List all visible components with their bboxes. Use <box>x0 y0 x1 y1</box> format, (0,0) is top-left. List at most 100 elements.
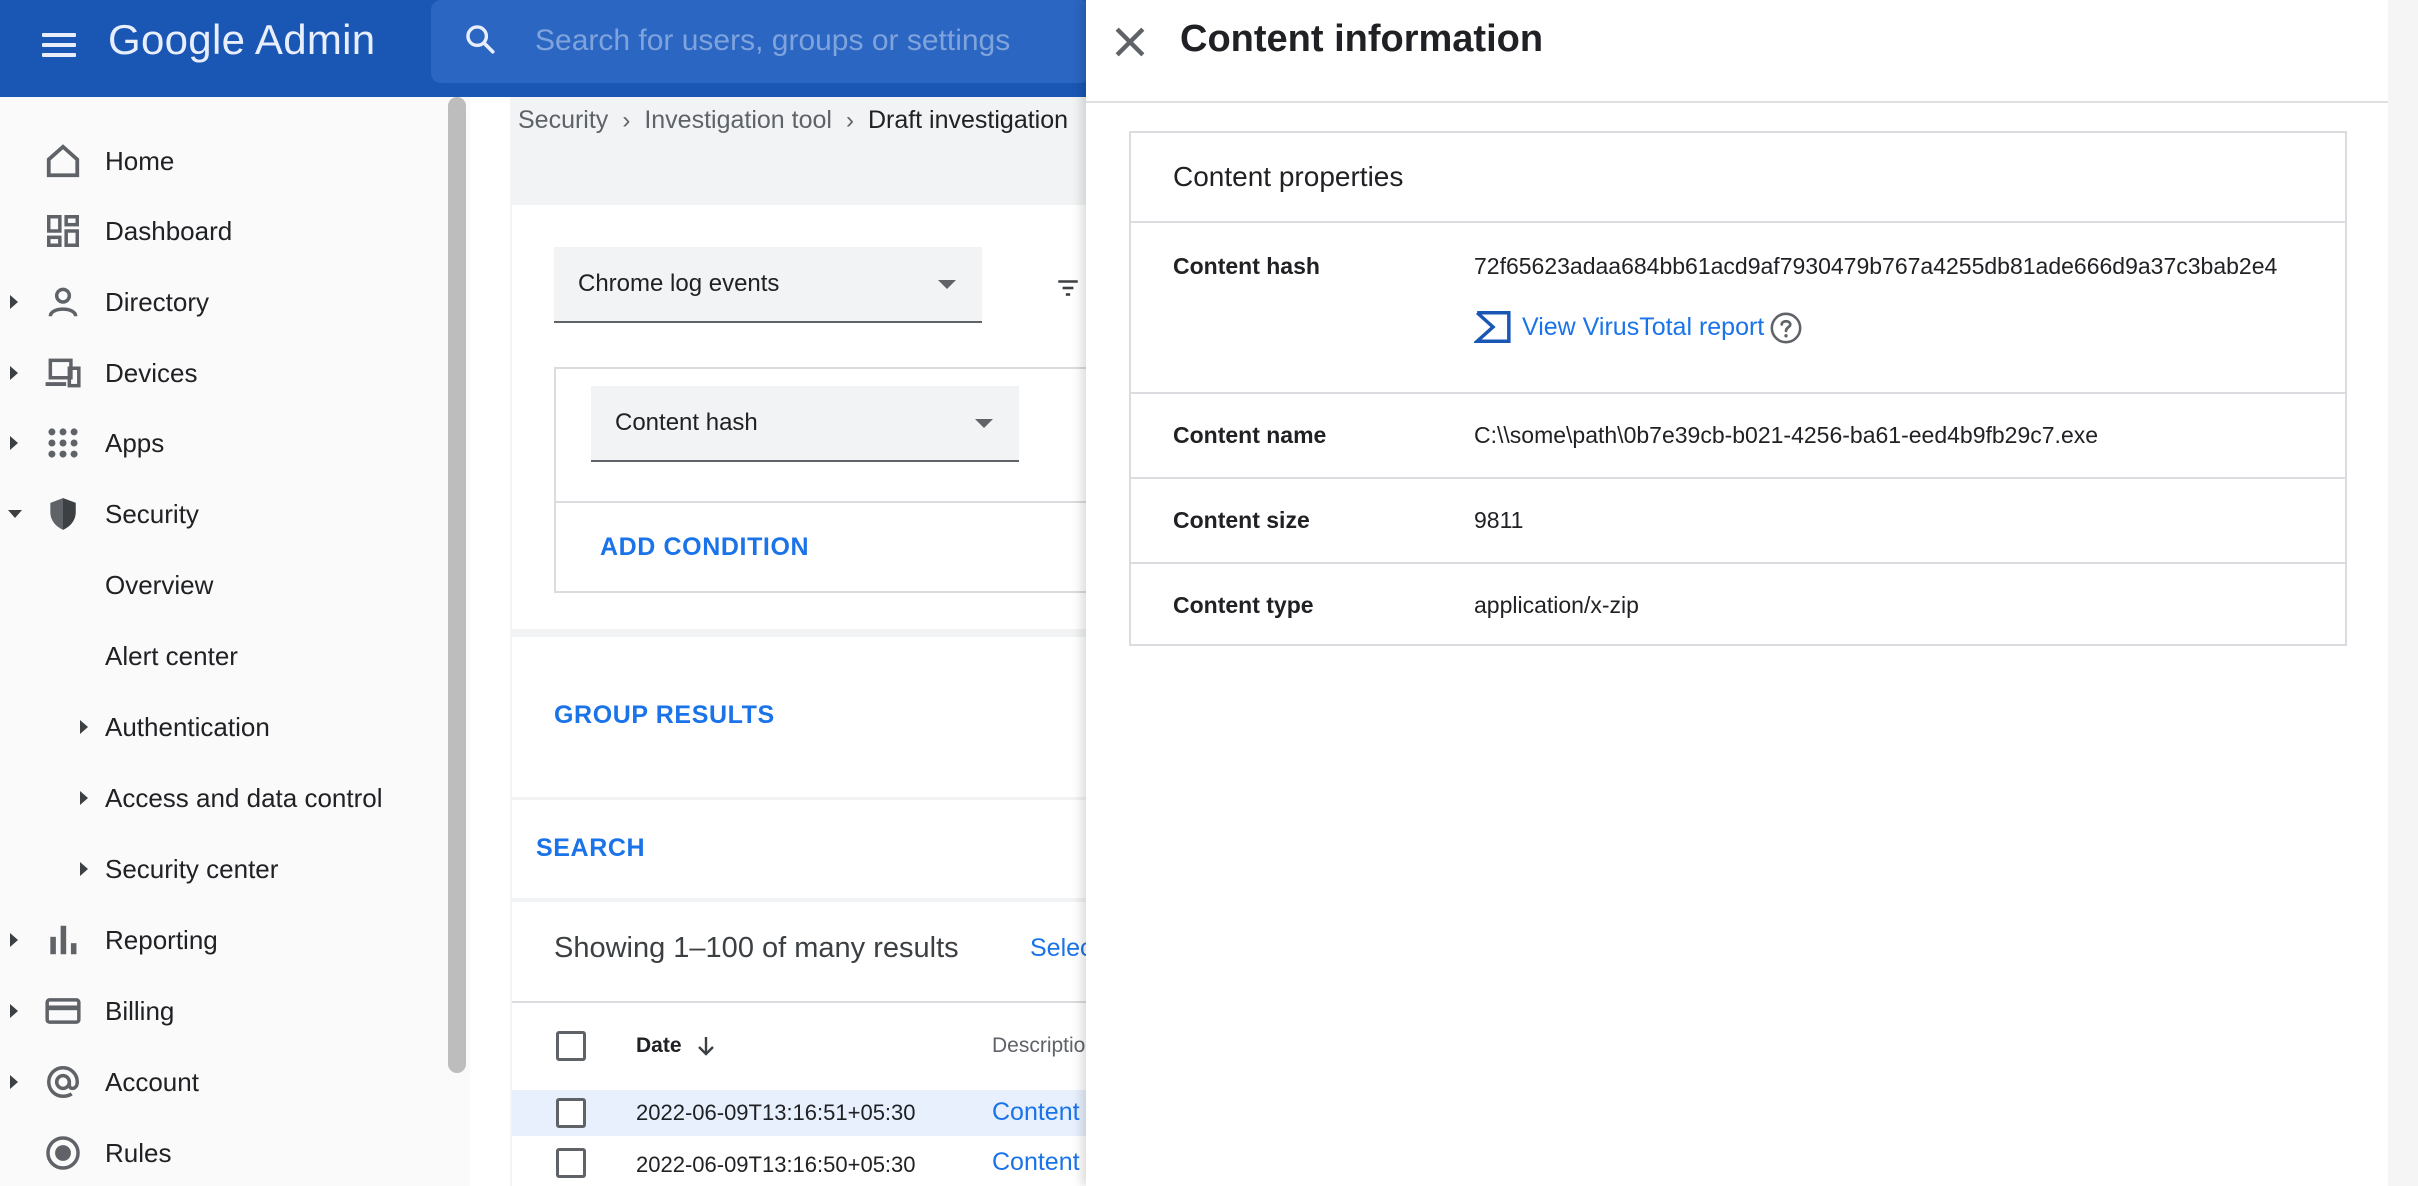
virustotal-icon <box>1474 311 1511 343</box>
close-icon[interactable] <box>1108 20 1152 64</box>
search-button[interactable]: SEARCH <box>536 834 645 863</box>
sidebar-item-label: Security <box>105 498 199 529</box>
sidebar-item-apps[interactable]: Apps <box>0 410 440 476</box>
row-checkbox[interactable] <box>556 1148 586 1178</box>
sidebar-item-label: Apps <box>105 427 165 458</box>
content-type-value: application/x-zip <box>1474 592 1639 618</box>
add-condition-button[interactable]: ADD CONDITION <box>600 533 809 562</box>
property-row-content-type: Content type application/x-zip <box>1131 562 2345 646</box>
condition-field-select[interactable]: Content hash <box>591 386 1019 462</box>
sidebar-subitem-security-center[interactable]: Security center <box>0 836 440 902</box>
property-key: Content hash <box>1173 253 1320 279</box>
sidebar-nav: Home Dashboard Directory Devices Apps Se… <box>0 97 470 1186</box>
bar-chart-icon <box>50 925 77 955</box>
property-key: Content size <box>1173 507 1310 533</box>
sidebar-item-rules[interactable]: Rules <box>0 1120 440 1186</box>
chevron-right-icon: › <box>622 106 631 134</box>
content-properties-card: Content properties Content hash 72f65623… <box>1129 131 2347 646</box>
sidebar-item-devices[interactable]: Devices <box>0 340 440 406</box>
table-row[interactable]: 2022-06-09T13:16:51+05:30 Content <box>512 1090 1092 1136</box>
sidebar-item-dashboard[interactable]: Dashboard <box>0 198 440 264</box>
property-row-content-size: Content size 9811 <box>1131 477 2345 564</box>
search-input[interactable] <box>533 18 1077 64</box>
sidebar-subitem-label: Security center <box>105 853 279 884</box>
section-title: Content properties <box>1173 161 1404 192</box>
row-description-link[interactable]: Content <box>992 1098 1080 1127</box>
property-key: Content type <box>1173 592 1314 618</box>
sidebar-item-security[interactable]: Security <box>0 481 440 547</box>
description-column-header[interactable]: Descriptio <box>992 1034 1085 1058</box>
data-source-select[interactable]: Chrome log events <box>554 247 982 323</box>
expand-arrow-icon[interactable] <box>10 1075 18 1089</box>
window-edge <box>2388 0 2418 1186</box>
virustotal-report-link[interactable]: View VirusTotal report <box>1474 308 1764 346</box>
sidebar-item-reporting[interactable]: Reporting <box>0 907 440 973</box>
expand-arrow-icon[interactable] <box>80 862 88 876</box>
row-date: 2022-06-09T13:16:51+05:30 <box>636 1100 916 1125</box>
data-source-value: Chrome log events <box>578 270 780 297</box>
sidebar-item-billing[interactable]: Billing <box>0 978 440 1044</box>
sidebar-item-label: Directory <box>105 286 210 317</box>
row-checkbox[interactable] <box>556 1098 586 1128</box>
expand-arrow-icon[interactable] <box>10 366 18 380</box>
content-name-value: C:\\some\path\0b7e39cb-b021-4256-ba61-ee… <box>1474 422 2099 448</box>
dropdown-caret-icon <box>975 419 993 428</box>
search-icon <box>466 25 495 54</box>
sidebar-item-label: Devices <box>105 357 198 388</box>
expand-arrow-icon[interactable] <box>10 295 18 309</box>
breadcrumb-item-security[interactable]: Security <box>518 106 608 135</box>
content-hash-value: 72f65623adaa684bb61acd9af7930479b767a425… <box>1474 253 2278 279</box>
filter-icon[interactable] <box>1055 275 1081 301</box>
sidebar-subitem-label: Authentication <box>105 711 270 742</box>
credit-card-icon <box>45 998 81 1024</box>
sort-arrow-down-icon[interactable] <box>694 1033 718 1059</box>
sidebar-item-account[interactable]: Account <box>0 1049 440 1115</box>
breadcrumb-item-investigation-tool[interactable]: Investigation tool <box>644 106 832 135</box>
date-column-header[interactable]: Date <box>636 1034 682 1058</box>
devices-icon <box>45 358 81 388</box>
help-icon[interactable] <box>1769 311 1803 345</box>
panel-title: Content information <box>1180 18 1544 60</box>
select-all-checkbox[interactable] <box>556 1031 586 1061</box>
expand-arrow-icon[interactable] <box>10 933 18 947</box>
collapse-arrow-icon[interactable] <box>8 510 22 518</box>
expand-arrow-icon[interactable] <box>10 1004 18 1018</box>
content-size-value: 9811 <box>1474 507 1524 533</box>
sidebar-subitem-authentication[interactable]: Authentication <box>0 694 440 760</box>
search-bar[interactable] <box>431 0 1091 83</box>
home-icon <box>46 144 80 178</box>
rules-icon <box>46 1136 80 1170</box>
panel-header: Content information <box>1086 0 2388 103</box>
expand-arrow-icon[interactable] <box>10 436 18 450</box>
results-count-text: Showing 1–100 of many results <box>554 932 959 964</box>
dashboard-icon <box>47 215 79 247</box>
row-date: 2022-06-09T13:16:50+05:30 <box>636 1152 916 1177</box>
sidebar-subitem-alert-center[interactable]: Alert center <box>0 623 440 689</box>
conditions-box: Content hash ADD CONDITION <box>554 367 1094 593</box>
row-description-link[interactable]: Content <box>992 1148 1080 1177</box>
sidebar-scrollbar[interactable] <box>448 97 466 1073</box>
person-icon <box>48 287 78 317</box>
brand-logo[interactable]: Google Admin <box>108 16 375 64</box>
select-columns-link[interactable]: Selec <box>1030 934 1093 963</box>
dropdown-caret-icon <box>938 280 956 289</box>
expand-arrow-icon[interactable] <box>80 791 88 805</box>
sidebar-item-label: Home <box>105 145 175 176</box>
search-query-card: Chrome log events Content hash ADD CONDI… <box>512 205 1094 629</box>
table-row[interactable]: 2022-06-09T13:16:50+05:30 Content <box>512 1140 1092 1186</box>
expand-arrow-icon[interactable] <box>80 720 88 734</box>
sidebar-item-home[interactable]: Home <box>0 128 440 194</box>
sidebar-item-label: Dashboard <box>105 215 233 246</box>
condition-field-value: Content hash <box>615 409 758 436</box>
sidebar-subitem-access-data-control[interactable]: Access and data control <box>0 765 440 831</box>
group-results-button[interactable]: GROUP RESULTS <box>554 701 775 730</box>
sidebar-item-label: Reporting <box>105 924 218 955</box>
menu-icon[interactable] <box>42 28 76 62</box>
property-key: Content name <box>1173 422 1327 448</box>
content-information-panel: Content information Content properties C… <box>1086 0 2388 1186</box>
apps-grid-icon <box>48 428 78 458</box>
top-app-bar: Google Admin <box>0 0 1091 97</box>
sidebar-subitem-overview[interactable]: Overview <box>0 552 440 618</box>
breadcrumb: Security › Investigation tool › Draft in… <box>518 106 1068 135</box>
sidebar-item-directory[interactable]: Directory <box>0 269 440 335</box>
